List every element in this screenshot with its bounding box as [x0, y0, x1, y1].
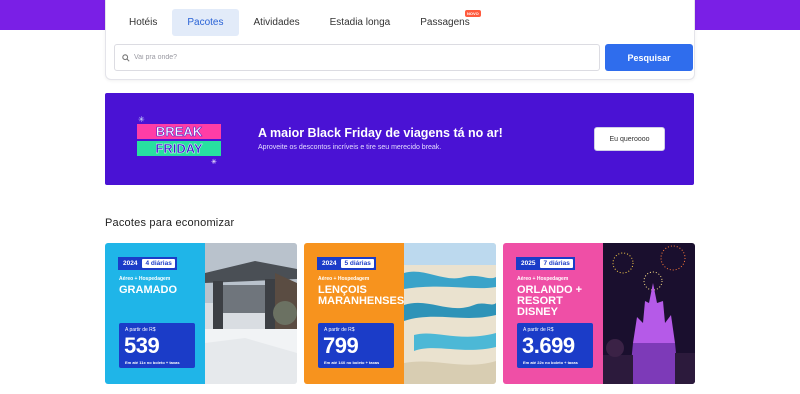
package-destination: ORLANDO + RESORT DISNEY: [517, 284, 583, 318]
package-year: 2024: [319, 259, 340, 268]
gramado-photo: [205, 243, 297, 384]
package-price: 3.699: [522, 333, 575, 358]
payment-terms: Em até 14X no boleto + taxas: [324, 360, 380, 365]
svg-text:✳: ✳: [138, 116, 145, 124]
package-destination: LENÇOIS MARANHENSES: [318, 284, 405, 307]
svg-text:✳: ✳: [211, 158, 217, 166]
tab-atividades[interactable]: Atividades: [239, 9, 315, 36]
search-row: Pesquisar: [114, 44, 693, 71]
payment-terms: Em até 22x no boleto + taxas: [523, 360, 578, 365]
package-info-panel: 2025 7 diárias Aéreo + Hospedagem ORLANDO…: [503, 243, 605, 384]
tab-passagens-label: Passagens: [420, 17, 470, 28]
search-button[interactable]: Pesquisar: [605, 44, 693, 71]
package-destination: GRAMADO: [119, 284, 178, 296]
search-icon: [122, 53, 130, 62]
package-price: 539: [124, 333, 160, 358]
tab-hoteis[interactable]: Hotéis: [114, 9, 172, 36]
package-type: Aéreo + Hospedagem: [318, 276, 370, 282]
logo-text-friday: FRIDAY: [155, 141, 203, 156]
banner-subtitle: Aproveite os descontos incríveis e tire …: [258, 144, 442, 151]
package-days: 7 diárias: [540, 259, 573, 268]
package-card-gramado[interactable]: 2024 4 diárias Aéreo + Hospedagem GRAMADO…: [105, 243, 297, 384]
package-info-panel: 2024 4 diárias Aéreo + Hospedagem GRAMADO…: [105, 243, 207, 384]
search-field[interactable]: [114, 44, 600, 71]
package-type: Aéreo + Hospedagem: [517, 276, 569, 282]
tab-estadia-longa[interactable]: Estadia longa: [315, 9, 406, 36]
black-friday-banner[interactable]: ✳ BREAK FRIDAY ✳ A maior Black Friday de…: [105, 93, 694, 185]
package-year: 2024: [120, 259, 141, 268]
package-days: 5 diárias: [341, 259, 374, 268]
header-strip-left: [0, 0, 105, 30]
package-days: 4 diárias: [142, 259, 175, 268]
logo-text-break: BREAK: [156, 124, 203, 139]
tab-pacotes[interactable]: Pacotes: [172, 9, 239, 36]
price-box: A partir de R$ 799 Em até 14X no boleto …: [318, 323, 394, 368]
price-box: A partir de R$ 539 Em até 11x no boleto …: [119, 323, 195, 368]
search-input[interactable]: [134, 54, 574, 61]
package-card-lencois[interactable]: 2024 5 diárias Aéreo + Hospedagem LENÇOIS…: [304, 243, 496, 384]
package-year: 2025: [518, 259, 539, 268]
package-tags: 2024 4 diárias: [118, 257, 177, 270]
payment-terms: Em até 11x no boleto + taxas: [125, 360, 180, 365]
search-widget: Hotéis Pacotes Atividades Estadia longa …: [105, 0, 695, 80]
header-strip-right: [695, 0, 800, 30]
lencois-photo: [404, 243, 496, 384]
disney-castle-photo: [603, 243, 695, 384]
break-friday-logo: ✳ BREAK FRIDAY ✳: [137, 116, 221, 166]
package-type: Aéreo + Hospedagem: [119, 276, 171, 282]
new-badge: Novo: [464, 10, 481, 17]
package-card-orlando[interactable]: 2025 7 diárias Aéreo + Hospedagem ORLANDO…: [503, 243, 695, 384]
package-info-panel: 2024 5 diárias Aéreo + Hospedagem LENÇOIS…: [304, 243, 406, 384]
banner-cta-button[interactable]: Eu queroooo: [594, 127, 665, 151]
section-title: Pacotes para economizar: [105, 217, 235, 229]
category-tabs: Hotéis Pacotes Atividades Estadia longa …: [114, 9, 485, 37]
package-price: 799: [323, 333, 359, 358]
package-tags: 2025 7 diárias: [516, 257, 575, 270]
price-box: A partir de R$ 3.699 Em até 22x no bolet…: [517, 323, 593, 368]
banner-title: A maior Black Friday de viagens tá no ar…: [258, 126, 503, 140]
tab-passagens[interactable]: Passagens Novo: [405, 9, 484, 36]
package-tags: 2024 5 diárias: [317, 257, 376, 270]
